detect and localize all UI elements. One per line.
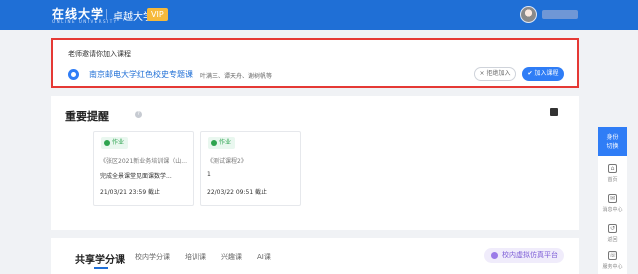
task-due: 21/03/21 23:59 截止 [100, 189, 161, 196]
shared-credit-title[interactable]: 共享学分课 [75, 251, 125, 266]
service-icon: ☏ [608, 251, 617, 260]
help-icon[interactable]: ? [135, 111, 142, 118]
task-course: 《测试课程2》 [207, 158, 247, 165]
username-blurred[interactable] [542, 10, 578, 19]
side-item-back[interactable]: ↺ 返回 [598, 218, 627, 248]
course-icon [68, 69, 79, 80]
invite-course-name[interactable]: 南京邮电大学红色校史专题课 [89, 69, 193, 80]
task-tag: 作业 [208, 137, 236, 149]
reject-join-button[interactable]: × 拒绝加入 [474, 67, 516, 81]
tab-ai[interactable]: AI课 [257, 252, 271, 262]
logo-subtitle: ONLINE UNIVERSITY [52, 19, 118, 24]
homework-icon [211, 140, 217, 146]
invite-teachers: 叶满三、谭天舟、谢树帆等 [200, 73, 273, 80]
side-item-label: 首页 [607, 177, 618, 183]
task-tag-label: 作业 [219, 139, 232, 146]
invite-title: 老师邀请你加入课程 [68, 50, 131, 58]
home-icon: ⌂ [608, 164, 617, 173]
task-tag: 作业 [101, 137, 129, 149]
side-item-label: 服务中心 [602, 264, 623, 270]
reminders-panel: 重要提醒 ? 作业 《张区2021新业务培训课（山... 完成全景课堂见面课数学… [51, 96, 579, 230]
task-course: 《张区2021新业务培训课（山... [100, 158, 187, 165]
reminders-title: 重要提醒 [65, 110, 109, 123]
back-icon: ↺ [608, 224, 617, 233]
side-nav: 身份 切换 ⌂ 首页 ✉ 消息中心 ↺ 返回 ☏ 服务中心 [598, 127, 627, 274]
side-item-home[interactable]: ⌂ 首页 [598, 158, 627, 188]
task-title: 1 [207, 171, 211, 178]
avatar[interactable] [520, 6, 537, 23]
tab-training[interactable]: 培训课 [185, 252, 206, 262]
virtual-platform-icon [491, 252, 498, 259]
side-item-label: 消息中心 [602, 207, 623, 213]
course-invite-card: 老师邀请你加入课程 南京邮电大学红色校史专题课 叶满三、谭天舟、谢树帆等 × 拒… [51, 38, 579, 88]
join-course-button[interactable]: ✔ 加入课程 [522, 67, 564, 81]
virtual-sim-platform-label: 校内虚拟仿真平台 [502, 251, 558, 259]
side-item-messages[interactable]: ✉ 消息中心 [598, 188, 627, 218]
identity-switch-button[interactable]: 身份 切换 [598, 127, 627, 156]
task-due: 22/03/22 09:51 截止 [207, 189, 268, 196]
top-bar: 在线大学 ONLINE UNIVERSITY 卓越大学 VIP [0, 0, 638, 30]
task-title: 完成全景课堂见面课数学... [100, 173, 172, 180]
tab-interest[interactable]: 兴趣课 [221, 252, 242, 262]
header-divider [106, 9, 107, 20]
identity-switch-line1: 身份 [606, 134, 619, 141]
gift-icon[interactable] [550, 108, 558, 116]
side-item-service[interactable]: ☏ 服务中心 [598, 245, 627, 274]
task-card[interactable]: 作业 《测试课程2》 1 22/03/22 09:51 截止 [200, 131, 301, 206]
vip-badge[interactable]: VIP [147, 8, 168, 21]
side-item-label: 返回 [607, 237, 618, 243]
task-tag-label: 作业 [112, 139, 125, 146]
shared-credit-panel: 共享学分课 校内学分课 培训课 兴趣课 AI课 校内虚拟仿真平台 [51, 238, 579, 274]
homework-icon [104, 140, 110, 146]
task-card[interactable]: 作业 《张区2021新业务培训课（山... 完成全景课堂见面课数学... 21/… [93, 131, 194, 206]
message-icon: ✉ [608, 194, 617, 203]
identity-switch-line2: 切换 [606, 143, 619, 150]
active-tab-underline [94, 267, 108, 269]
virtual-sim-platform-button[interactable]: 校内虚拟仿真平台 [484, 248, 564, 263]
tab-campus-credit[interactable]: 校内学分课 [135, 252, 170, 262]
